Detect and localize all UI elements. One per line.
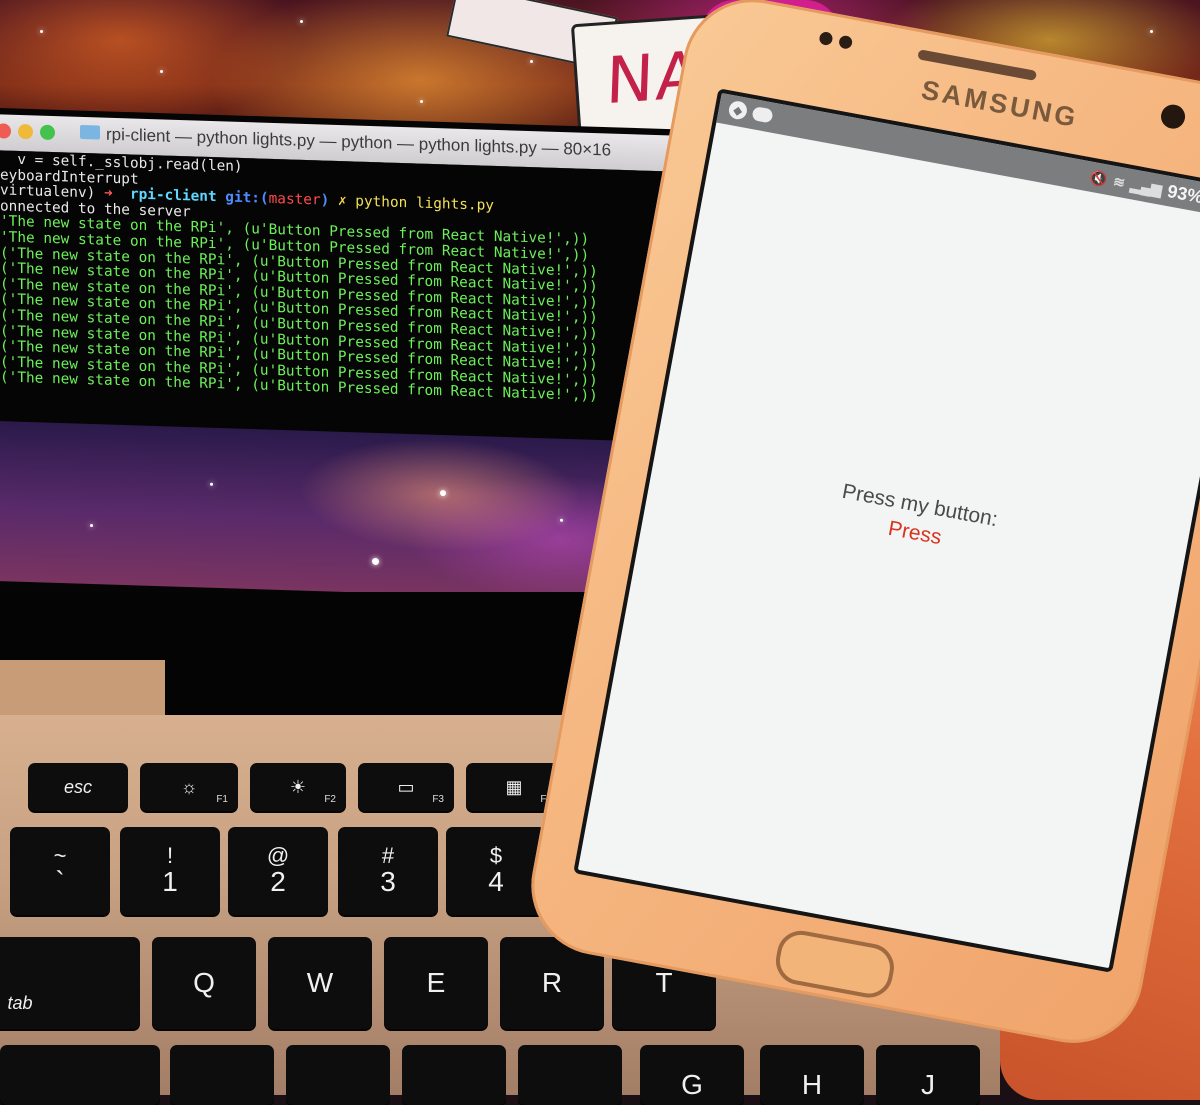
key-fn-label: F2 <box>324 794 336 805</box>
key-2[interactable]: @2 <box>228 827 328 915</box>
key-fn-label: F3 <box>432 794 444 805</box>
close-window-button[interactable] <box>0 123 11 139</box>
sensor-icon <box>838 34 854 50</box>
key-label: E <box>426 967 446 998</box>
notification-icon: ◆ <box>727 99 749 121</box>
key-label: ` <box>55 866 65 897</box>
brightness-down-icon: ☼ <box>180 776 198 797</box>
brightness-up-icon: ☀ <box>289 776 307 797</box>
key-f2[interactable]: ☀ F2 <box>250 763 346 811</box>
key-h[interactable]: H <box>760 1045 864 1105</box>
star <box>300 20 303 23</box>
key-f[interactable] <box>518 1045 622 1105</box>
key-label: T <box>655 967 673 998</box>
app-content: Press my button: Press <box>578 122 1200 968</box>
key-label: ~ <box>53 843 67 868</box>
key-label: H <box>801 1069 823 1100</box>
key-4[interactable]: $4 <box>446 827 546 915</box>
star <box>420 100 423 103</box>
key-tilde[interactable]: ~ ` <box>10 827 110 915</box>
key-f3[interactable]: ▭ F3 <box>358 763 454 811</box>
star <box>90 523 93 528</box>
key-fn-label: F1 <box>216 794 228 805</box>
key-label: Q <box>193 967 215 998</box>
battery-percent: 93% <box>1165 181 1200 208</box>
key-d[interactable] <box>402 1045 506 1105</box>
key-g[interactable]: G <box>640 1045 744 1105</box>
key-j[interactable]: J <box>876 1045 980 1105</box>
key-label: @ <box>266 843 290 868</box>
key-label: tab <box>7 992 33 1013</box>
minimize-window-button[interactable] <box>18 123 33 140</box>
key-label: W <box>306 967 334 998</box>
front-camera-icon <box>1159 102 1188 131</box>
prompt-git-close: ) <box>320 192 330 209</box>
key-label: $ <box>489 843 503 868</box>
key-a[interactable] <box>170 1045 274 1105</box>
phone-screen[interactable]: ◆ 🔇 ≋ ▂▄▆ 93% ▮ 10 Press my button: Pres… <box>573 88 1200 973</box>
key-label: 3 <box>380 866 396 897</box>
key-s[interactable] <box>286 1045 390 1105</box>
key-f1[interactable]: ☼ F1 <box>140 763 238 811</box>
zoom-window-button[interactable] <box>40 124 55 141</box>
launchpad-icon: ▦ <box>505 776 523 797</box>
key-label: 1 <box>162 866 178 897</box>
key-label: # <box>381 843 395 868</box>
star <box>560 518 563 522</box>
key-caps[interactable] <box>0 1045 160 1105</box>
key-label: ! <box>166 843 174 868</box>
mute-icon: 🔇 <box>1088 168 1109 188</box>
key-label: esc <box>63 777 92 797</box>
key-w[interactable]: W <box>268 937 372 1029</box>
home-button[interactable] <box>771 926 898 1002</box>
key-label: G <box>681 1069 703 1100</box>
laptop-hinge <box>0 660 165 720</box>
mission-control-icon: ▭ <box>397 776 415 797</box>
key-label: 4 <box>488 866 504 897</box>
folder-icon <box>80 124 100 140</box>
key-1[interactable]: ! 1 <box>120 827 220 915</box>
key-tab[interactable]: tab <box>0 937 140 1029</box>
prompt-arrow-icon: ➜ <box>103 185 113 203</box>
key-q[interactable]: Q <box>152 937 256 1029</box>
star <box>160 70 163 73</box>
star <box>1150 30 1153 33</box>
key-esc[interactable]: esc <box>28 763 128 811</box>
wifi-icon: ≋ <box>1111 172 1127 191</box>
key-label: R <box>541 967 563 998</box>
sensor-icon <box>818 30 834 47</box>
prompt-branch: master <box>268 191 321 209</box>
star <box>440 489 446 497</box>
key-label: 2 <box>270 866 286 897</box>
phone-brand: SAMSUNG <box>919 74 1081 134</box>
prompt-git: git:( <box>225 189 269 208</box>
key-e[interactable]: E <box>384 937 488 1029</box>
cloud-icon <box>751 106 774 124</box>
star <box>40 30 43 33</box>
signal-icon: ▂▄▆ <box>1129 176 1164 198</box>
star <box>372 557 379 566</box>
key-3[interactable]: #3 <box>338 827 438 915</box>
key-label: J <box>921 1069 935 1100</box>
prompt-dirty-icon: ✗ <box>337 193 347 210</box>
star <box>210 482 213 486</box>
star <box>530 60 533 63</box>
